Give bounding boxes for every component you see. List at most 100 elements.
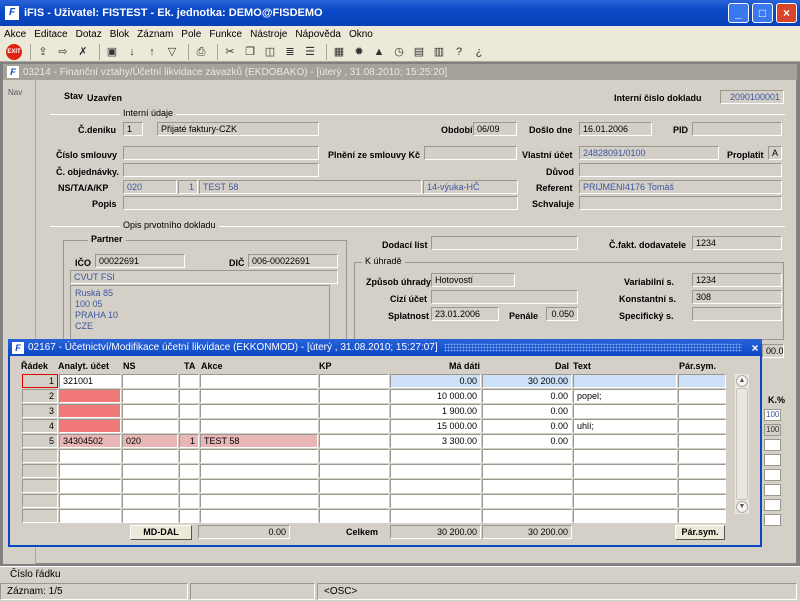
ma-dati-cell[interactable]: 0.00	[390, 374, 481, 388]
ma-dati-cell[interactable]: 3 300.00	[390, 434, 481, 448]
kpct-field-empty[interactable]	[764, 454, 781, 466]
doslo-field[interactable]: 16.01.2006	[579, 122, 652, 136]
pid-field[interactable]	[692, 122, 782, 136]
interni-cislo-field[interactable]: 2090100001	[720, 90, 784, 104]
ns-field[interactable]: 020	[123, 180, 177, 194]
text-cell[interactable]: uhlí;	[573, 419, 677, 433]
kpct-field-empty[interactable]	[764, 484, 781, 496]
sort-asc-icon[interactable]: ↓	[124, 44, 140, 60]
menu-akce[interactable]: Akce	[4, 29, 26, 40]
akce-cell[interactable]	[200, 494, 318, 508]
ns-cell[interactable]	[122, 389, 178, 403]
parsym-cell[interactable]	[678, 404, 726, 418]
ta-cell[interactable]	[179, 509, 199, 523]
analyt-cell[interactable]	[59, 464, 121, 478]
background-partial-field[interactable]: 00.00	[762, 344, 784, 358]
akce-cell[interactable]	[200, 479, 318, 493]
table-row[interactable]: 3	[22, 404, 58, 418]
parsym-cell[interactable]	[678, 479, 726, 493]
table-row[interactable]: 2	[22, 389, 58, 403]
objednavka-field[interactable]	[123, 163, 319, 177]
dal-cell[interactable]	[482, 509, 572, 523]
parsym-cell[interactable]	[678, 374, 726, 388]
ns-cell[interactable]: 020	[122, 434, 178, 448]
ta-cell[interactable]	[179, 404, 199, 418]
parsym-cell[interactable]	[678, 449, 726, 463]
specificky-field[interactable]	[692, 307, 782, 321]
kp-cell[interactable]	[319, 464, 389, 478]
cfakt-field[interactable]: 1234	[692, 236, 782, 250]
text-cell[interactable]	[573, 494, 677, 508]
analyt-cell[interactable]: 34304502	[59, 434, 121, 448]
akce-cell[interactable]	[200, 374, 318, 388]
kp-cell[interactable]	[319, 509, 389, 523]
menu-napoveda[interactable]: Nápověda	[295, 29, 341, 40]
calendar-icon[interactable]: ▥	[431, 44, 447, 60]
cizi-field[interactable]	[431, 290, 578, 304]
menu-dotaz[interactable]: Dotaz	[76, 29, 102, 40]
open-folder-icon[interactable]: ▣	[104, 44, 120, 60]
calc-icon[interactable]: ▦	[331, 44, 347, 60]
text-cell[interactable]	[573, 449, 677, 463]
table-row-empty[interactable]	[22, 509, 58, 523]
proplatit-field[interactable]: A	[768, 146, 782, 160]
penale-field[interactable]: 0.050	[546, 307, 578, 321]
parsym-cell[interactable]	[678, 464, 726, 478]
ta-cell[interactable]	[179, 419, 199, 433]
md-dal-field[interactable]: 0.00	[198, 525, 290, 539]
dal-cell[interactable]	[482, 464, 572, 478]
ns-cell[interactable]	[122, 419, 178, 433]
ma-dati-cell[interactable]: 1 900.00	[390, 404, 481, 418]
celkem-ma-dati-field[interactable]: 30 200.00	[390, 525, 481, 539]
ns-cell[interactable]	[122, 479, 178, 493]
obdobi-field[interactable]: 06/09	[473, 122, 517, 136]
kp-cell[interactable]	[319, 389, 389, 403]
close-button[interactable]: ×	[776, 3, 797, 23]
kpct-field-empty[interactable]	[764, 469, 781, 481]
ma-dati-cell[interactable]	[390, 509, 481, 523]
kp-cell[interactable]	[319, 374, 389, 388]
dal-cell[interactable]	[482, 494, 572, 508]
ta-cell[interactable]	[179, 449, 199, 463]
spreadsheet-icon[interactable]: ▤	[411, 44, 427, 60]
kpct-field-empty[interactable]	[764, 499, 781, 511]
grid-scrollbar[interactable]: ▲ ▼	[735, 374, 749, 514]
dic-field[interactable]: 006-00022691	[248, 254, 338, 268]
analyt-cell[interactable]: 321001	[59, 374, 121, 388]
analyt-cell[interactable]	[59, 509, 121, 523]
kp-cell[interactable]	[319, 479, 389, 493]
smlouva-field[interactable]	[123, 146, 319, 160]
table-row-empty[interactable]	[22, 464, 58, 478]
ma-dati-cell[interactable]	[390, 494, 481, 508]
kp-cell[interactable]	[319, 419, 389, 433]
zpusob-field[interactable]: Hotovostí	[431, 273, 515, 287]
cancel-query-icon[interactable]: ✗	[75, 44, 91, 60]
parsym-cell[interactable]	[678, 389, 726, 403]
table-row-empty[interactable]	[22, 449, 58, 463]
ma-dati-cell[interactable]: 10 000.00	[390, 389, 481, 403]
denik-name-field[interactable]: Přijaté faktury-CZK	[157, 122, 319, 136]
dal-cell[interactable]: 0.00	[482, 434, 572, 448]
enter-query-icon[interactable]: ⇪	[35, 44, 51, 60]
chart-icon[interactable]: ▲	[371, 44, 387, 60]
table-row-empty[interactable]	[22, 494, 58, 508]
menu-okno[interactable]: Okno	[349, 29, 373, 40]
text-cell[interactable]	[573, 479, 677, 493]
table-row-empty[interactable]	[22, 479, 58, 493]
details-icon[interactable]: ≣	[282, 44, 298, 60]
kp-cell[interactable]	[319, 449, 389, 463]
text-cell[interactable]	[573, 374, 677, 388]
analyt-cell[interactable]	[59, 404, 121, 418]
modal-close-icon[interactable]: ×	[748, 341, 762, 355]
menu-nastroje[interactable]: Nástroje	[250, 29, 287, 40]
popis-field[interactable]	[123, 196, 518, 210]
text-cell[interactable]	[573, 509, 677, 523]
ta-cell[interactable]	[179, 389, 199, 403]
print-icon[interactable]: ⎙	[193, 44, 209, 60]
sort-desc-icon[interactable]: ↑	[144, 44, 160, 60]
ns-cell[interactable]	[122, 404, 178, 418]
ma-dati-cell[interactable]: 15 000.00	[390, 419, 481, 433]
akce-cell[interactable]	[200, 449, 318, 463]
kp-field[interactable]: 14-výuka-HČ	[423, 180, 518, 194]
ns-cell[interactable]	[122, 509, 178, 523]
